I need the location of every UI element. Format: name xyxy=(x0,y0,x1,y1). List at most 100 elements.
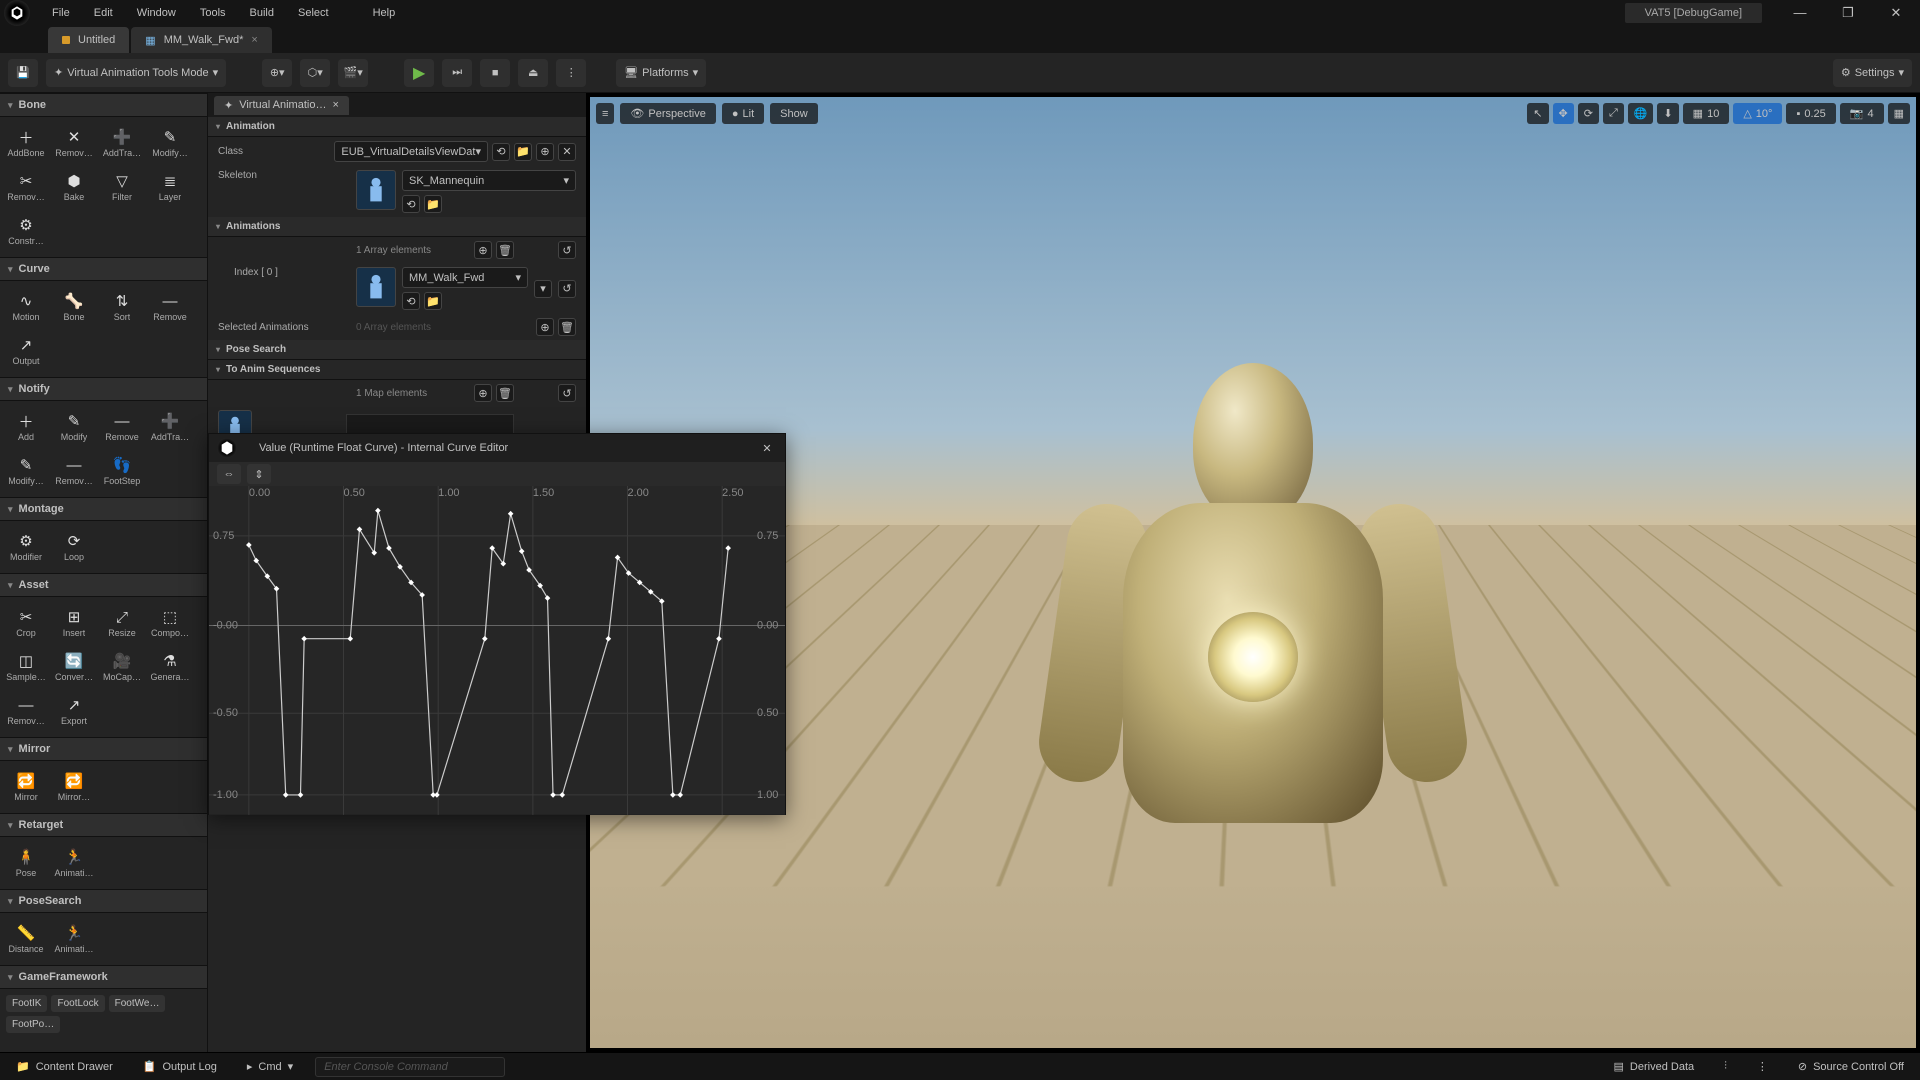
tool-compo[interactable]: ⬚Compo… xyxy=(146,601,194,645)
settings-button[interactable]: ⚙ Settings ▾ xyxy=(1833,59,1912,87)
tool-modify[interactable]: ✎Modify xyxy=(50,405,98,449)
clear-icon[interactable]: ✕ xyxy=(558,143,576,161)
chip-footlock[interactable]: FootLock xyxy=(51,995,104,1012)
folder-icon[interactable]: 📁 xyxy=(424,195,442,213)
reset-icon[interactable]: ↺ xyxy=(558,241,576,259)
tool-addtra[interactable]: ➕AddTra… xyxy=(146,405,194,449)
fit-vertical-icon[interactable]: ⇕ xyxy=(247,464,271,484)
tool-mirror[interactable]: 🔁Mirror xyxy=(2,765,50,809)
tool-remove[interactable]: —Remove xyxy=(98,405,146,449)
tool-modify[interactable]: ✎Modify… xyxy=(146,121,194,165)
tool-resize[interactable]: ⤢Resize xyxy=(98,601,146,645)
tool-modify[interactable]: ✎Modify… xyxy=(2,449,50,493)
folder-icon[interactable]: 📁 xyxy=(514,143,532,161)
surface-snap-icon[interactable]: ⬇ xyxy=(1657,103,1678,124)
class-dropdown[interactable]: EUB_VirtualDetailsViewDat▾ xyxy=(334,141,488,162)
section-curve[interactable]: Curve xyxy=(0,257,207,281)
coord-space-icon[interactable]: 🌐 xyxy=(1628,103,1654,124)
section-asset[interactable]: Asset xyxy=(0,573,207,597)
tool-insert[interactable]: ⊞Insert xyxy=(50,601,98,645)
tool-constr[interactable]: ⚙Constr… xyxy=(2,209,50,253)
tool-export[interactable]: ↗Export xyxy=(50,689,98,733)
details-tab[interactable]: ✦ Virtual Animatio… × xyxy=(214,96,349,115)
tool-sort[interactable]: ⇅Sort xyxy=(98,285,146,329)
browse-icon[interactable]: ⟲ xyxy=(402,195,420,213)
tab-mmwalkfwd[interactable]: ▦ MM_Walk_Fwd* × xyxy=(131,27,272,53)
add-content-button[interactable]: ⊕▾ xyxy=(262,59,292,87)
save-button[interactable]: 💾 xyxy=(8,59,38,87)
browse-icon[interactable]: ⟲ xyxy=(402,292,420,310)
menu-file[interactable]: File xyxy=(42,3,80,23)
tool-remov[interactable]: ✕Remov… xyxy=(50,121,98,165)
output-log-button[interactable]: 📋 Output Log xyxy=(135,1056,225,1077)
array-clear-icon[interactable]: 🗑 xyxy=(496,241,514,259)
step-button[interactable]: ⏭ xyxy=(442,59,472,87)
section-bone[interactable]: Bone xyxy=(0,93,207,117)
tab-close-icon[interactable]: × xyxy=(251,34,257,46)
section-mirror[interactable]: Mirror xyxy=(0,737,207,761)
tool-addtra[interactable]: ➕AddTra… xyxy=(98,121,146,165)
tool-output[interactable]: ↗Output xyxy=(2,329,50,373)
chip-footpo[interactable]: FootPo… xyxy=(6,1016,60,1033)
window-restore[interactable]: ❐ xyxy=(1828,0,1868,25)
tool-pose[interactable]: 🧍Pose xyxy=(2,841,50,885)
window-minimize[interactable]: — xyxy=(1780,0,1820,25)
tool-animati[interactable]: 🏃Animati… xyxy=(50,841,98,885)
section-montage[interactable]: Montage xyxy=(0,497,207,521)
curve-editor-titlebar[interactable]: Value (Runtime Float Curve) - Internal C… xyxy=(209,434,785,462)
tool-remove[interactable]: —Remove xyxy=(146,285,194,329)
chip-footwe[interactable]: FootWe… xyxy=(109,995,166,1012)
console-input[interactable]: Enter Console Command xyxy=(315,1057,505,1077)
grid-snap[interactable]: ▦ 10 xyxy=(1683,103,1730,124)
array-add-icon[interactable]: ⊕ xyxy=(536,318,554,336)
tool-footstep[interactable]: 👣FootStep xyxy=(98,449,146,493)
section-gameframework[interactable]: GameFramework xyxy=(0,965,207,989)
array-add-icon[interactable]: ⊕ xyxy=(474,241,492,259)
array-clear-icon[interactable]: 🗑 xyxy=(558,318,576,336)
tool-modifier[interactable]: ⚙Modifier xyxy=(2,525,50,569)
viewport-maximize-icon[interactable]: ▦ xyxy=(1888,103,1910,124)
section-animations[interactable]: Animations xyxy=(208,217,586,237)
anim-thumb[interactable] xyxy=(356,267,396,307)
folder-icon[interactable]: 📁 xyxy=(424,292,442,310)
stop-button[interactable]: ■ xyxy=(480,59,510,87)
skeleton-dropdown[interactable]: SK_Mannequin▾ xyxy=(402,170,576,191)
scale-snap[interactable]: ▪ 0.25 xyxy=(1786,103,1835,124)
curve-editor-close[interactable]: ✕ xyxy=(757,438,777,458)
tool-bone[interactable]: 🦴Bone xyxy=(50,285,98,329)
menu-build[interactable]: Build xyxy=(240,3,284,23)
menu-help[interactable]: Help xyxy=(363,3,406,23)
editor-mode-button[interactable]: ✦ Virtual Animation Tools Mode ▾ xyxy=(46,59,226,87)
section-posesearch[interactable]: PoseSearch xyxy=(0,889,207,913)
section-retarget[interactable]: Retarget xyxy=(0,813,207,837)
platforms-button[interactable]: 🖥 Platforms ▾ xyxy=(616,59,706,87)
section-animation[interactable]: Animation xyxy=(208,117,586,137)
tool-conver[interactable]: 🔄Conver… xyxy=(50,645,98,689)
tool-motion[interactable]: ∿Motion xyxy=(2,285,50,329)
fit-horizontal-icon[interactable]: ⇔ xyxy=(217,464,241,484)
map-add-icon[interactable]: ⊕ xyxy=(474,384,492,402)
tool-animati[interactable]: 🏃Animati… xyxy=(50,917,98,961)
section-toanim[interactable]: To Anim Sequences xyxy=(208,360,586,380)
more-icon[interactable]: ⫶ xyxy=(1716,1056,1735,1077)
map-clear-icon[interactable]: 🗑 xyxy=(496,384,514,402)
tool-addbone[interactable]: ＋AddBone xyxy=(2,121,50,165)
chip-footik[interactable]: FootIK xyxy=(6,995,47,1012)
play-opts-button[interactable]: ⋮ xyxy=(556,59,586,87)
anim0-dropdown[interactable]: MM_Walk_Fwd▾ xyxy=(402,267,528,288)
source-control-button[interactable]: ⊘ Source Control Off xyxy=(1790,1056,1912,1077)
more-icon2[interactable]: ⋮ xyxy=(1749,1056,1776,1077)
browse-icon[interactable]: ⟲ xyxy=(492,143,510,161)
element-menu-icon[interactable]: ▾ xyxy=(534,280,552,298)
select-mode-icon[interactable]: ↖ xyxy=(1527,103,1548,124)
menu-window[interactable]: Window xyxy=(127,3,186,23)
tool-genera[interactable]: ⚗Genera… xyxy=(146,645,194,689)
tool-distance[interactable]: 📏Distance xyxy=(2,917,50,961)
translate-mode-icon[interactable]: ✥ xyxy=(1553,103,1574,124)
tool-filter[interactable]: ▽Filter xyxy=(98,165,146,209)
content-drawer-button[interactable]: 📁 Content Drawer xyxy=(8,1056,121,1077)
tool-loop[interactable]: ⟳Loop xyxy=(50,525,98,569)
derived-data-button[interactable]: ▤ Derived Data xyxy=(1606,1056,1703,1077)
menu-tools[interactable]: Tools xyxy=(190,3,236,23)
blueprint-button[interactable]: ⬡▾ xyxy=(300,59,330,87)
